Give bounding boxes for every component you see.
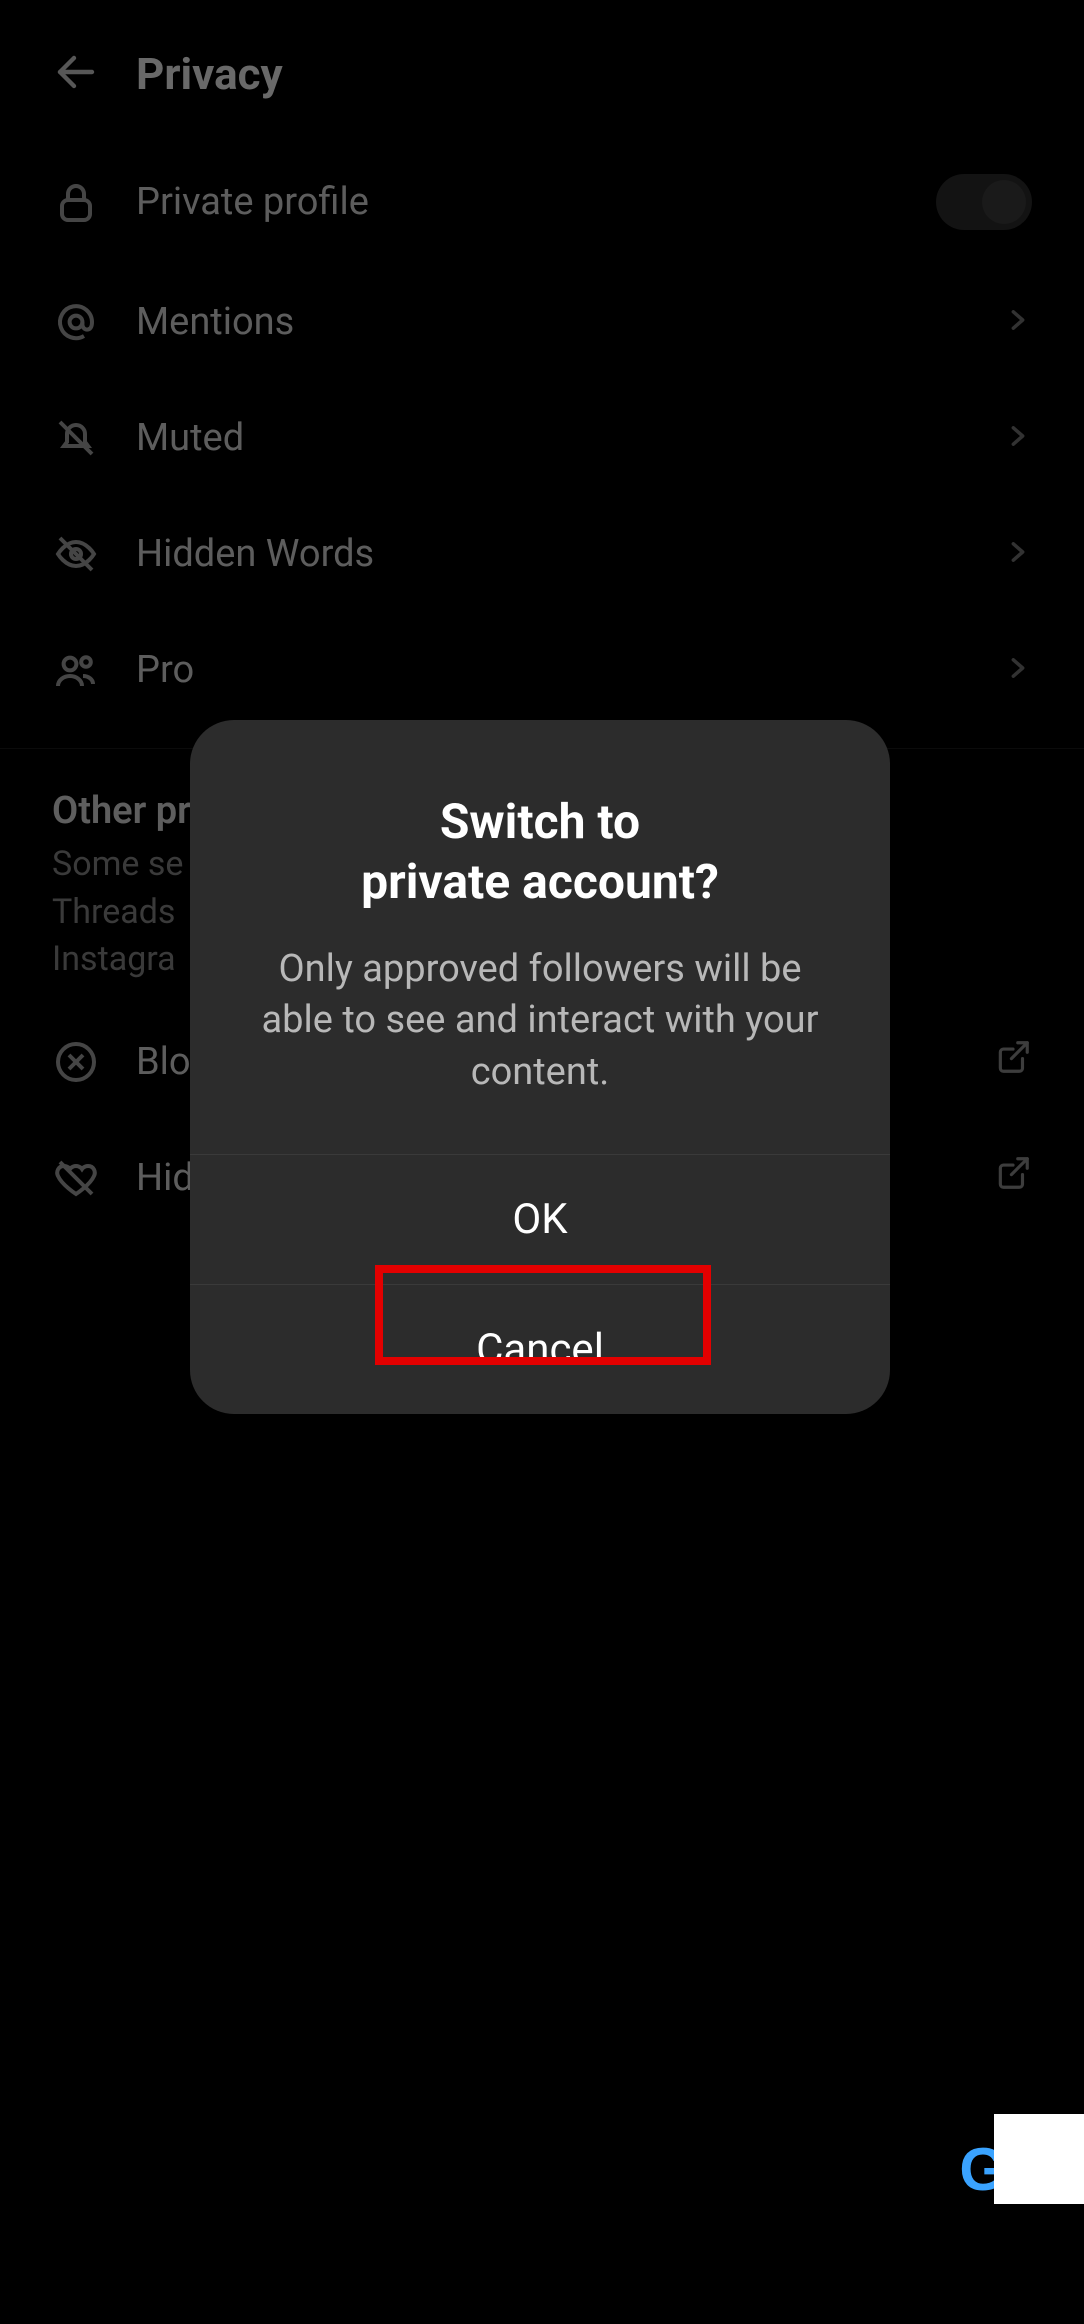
external-link-icon	[994, 1038, 1032, 1086]
label-profiles: Pro	[136, 648, 968, 692]
back-arrow-icon[interactable]	[52, 48, 100, 100]
heart-off-icon	[52, 1154, 100, 1202]
row-profiles[interactable]: Pro	[0, 612, 1084, 728]
lock-icon	[52, 178, 100, 226]
cancel-button[interactable]: Cancel	[190, 1284, 890, 1414]
label-mentions: Mentions	[136, 300, 968, 344]
label-muted: Muted	[136, 416, 968, 460]
label-hidden-words: Hidden Words	[136, 532, 968, 576]
at-icon	[52, 298, 100, 346]
eye-off-icon	[52, 530, 100, 578]
page-title: Privacy	[136, 48, 283, 100]
watermark: G	[959, 2114, 1084, 2204]
chevron-right-icon	[1004, 648, 1032, 692]
row-mentions[interactable]: Mentions	[0, 264, 1084, 380]
external-link-icon	[994, 1154, 1032, 1202]
label-private-profile: Private profile	[136, 180, 900, 224]
users-icon	[52, 646, 100, 694]
private-profile-toggle[interactable]	[936, 174, 1032, 230]
row-muted[interactable]: Muted	[0, 380, 1084, 496]
row-private-profile[interactable]: Private profile	[0, 140, 1084, 264]
row-hidden-words[interactable]: Hidden Words	[0, 496, 1084, 612]
chevron-right-icon	[1004, 300, 1032, 344]
dialog-body: Only approved followers will be able to …	[190, 932, 890, 1154]
switch-private-dialog: Switch to private account? Only approved…	[190, 720, 890, 1414]
x-circle-icon	[52, 1038, 100, 1086]
chevron-right-icon	[1004, 416, 1032, 460]
bell-off-icon	[52, 414, 100, 462]
header: Privacy	[0, 0, 1084, 140]
ok-button[interactable]: OK	[190, 1154, 890, 1284]
dialog-title: Switch to private account?	[190, 720, 890, 932]
chevron-right-icon	[1004, 532, 1032, 576]
watermark-box	[994, 2114, 1084, 2204]
